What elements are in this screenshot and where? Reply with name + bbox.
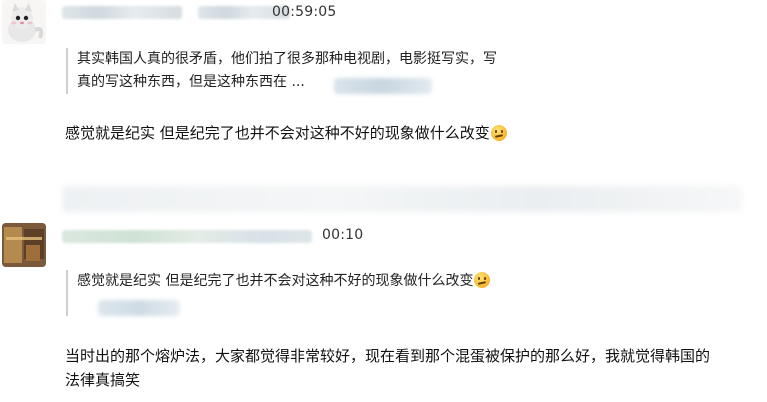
photo-avatar-icon — [2, 223, 46, 267]
quoted-message[interactable]: 其实韩国人真的很矛盾，他们拍了很多那种电视剧，电影挺写实，写 真的写这种东西，但… — [66, 48, 547, 94]
message-timestamp: 00:10 — [322, 227, 364, 243]
message-text: 当时出的那个熔炉法，大家都觉得非常较好，现在看到那个混蛋被保护的那么好，我就觉得… — [65, 344, 765, 392]
message-item-1: 00:59:05 其实韩国人真的很矛盾，他们拍了很多那种电视剧，电影挺写实，写 … — [0, 0, 767, 180]
quote-line-1: 感觉就是纪实 但是纪完了也并不会对这种不好的现象做什么改变 — [77, 270, 547, 293]
message-text-line-1: 当时出的那个熔炉法，大家都觉得非常较好，现在看到那个混蛋被保护的那么好，我就觉得… — [65, 347, 711, 365]
message-item-2: 00:10 感觉就是纪实 但是纪完了也并不会对这种不好的现象做什么改变 当时出的… — [0, 220, 767, 402]
username-blurred[interactable] — [62, 6, 182, 19]
confused-face-icon — [474, 272, 491, 288]
message-timestamp: 00:59:05 — [272, 4, 337, 20]
user-avatar-photo[interactable] — [2, 223, 46, 267]
quote-line-2-text: 真的写这种东西，但是这种东西在 ... — [77, 74, 305, 90]
quote-line-1: 其实韩国人真的很矛盾，他们拍了很多那种电视剧，电影挺写实，写 — [77, 51, 497, 67]
cat-avatar-icon — [2, 0, 46, 44]
user-avatar-cat[interactable] — [2, 0, 46, 44]
message-text-line-2: 法律真搞笑 — [65, 371, 141, 389]
blurred-region — [62, 186, 742, 212]
quote-blurred-tail — [98, 300, 180, 316]
quote-blurred-tail — [334, 78, 432, 94]
username-blurred[interactable] — [62, 230, 312, 243]
message-text-content: 感觉就是纪实 但是纪完了也并不会对这种不好的现象做什么改变 — [65, 124, 490, 142]
confused-face-icon — [490, 125, 507, 141]
quote-line-1-text: 感觉就是纪实 但是纪完了也并不会对这种不好的现象做什么改变 — [77, 273, 474, 289]
message-text: 感觉就是纪实 但是纪完了也并不会对这种不好的现象做什么改变 — [65, 121, 507, 145]
quote-line-2: 真的写这种东西，但是这种东西在 ... — [77, 71, 547, 94]
